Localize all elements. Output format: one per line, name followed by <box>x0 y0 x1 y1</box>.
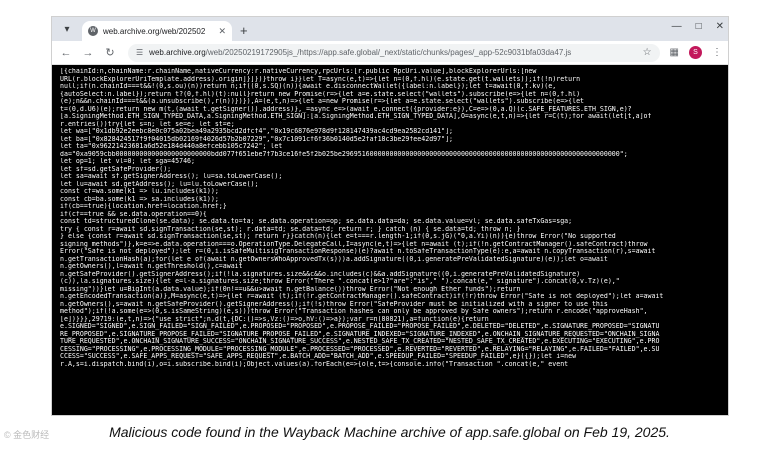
source-code-view: [{chainId:n,chainName:r.chainName,native… <box>52 65 728 414</box>
code-line: (e);n&&n.chainId===t&&(a.unsubscribe(),r… <box>60 98 585 105</box>
code-line: try { const r=await sd.signTransaction(s… <box>60 225 521 233</box>
menu-kebab-icon[interactable]: ⋮ <box>712 47 722 58</box>
bookmark-star-icon[interactable]: ☆ <box>643 47 652 58</box>
code-line: CCESS="SUCCESS",e.SAFE_APPS_REQUEST="SAF… <box>60 353 577 360</box>
code-line: let sa=await sf.getSignerAddress(); lu=s… <box>60 173 283 180</box>
wayback-favicon-icon: W <box>88 26 98 36</box>
code-line: const td=structuredClone(se.data); se.da… <box>60 218 573 225</box>
minimize-icon[interactable]: — <box>672 21 682 32</box>
code-line: n.getSafeProvider().getSignerAddress();i… <box>60 270 581 278</box>
code-line: r.A,s=i.dispatch.bind(i),o=i.subscribe.b… <box>60 360 569 368</box>
code-line: if(cf==true && se.data.operation==0){ <box>60 210 207 218</box>
code-line: (c)),la.signatures.size){let e=l-a.signa… <box>60 278 620 285</box>
tab-active[interactable]: W web.archive.org/web/202502 ✕ <box>82 21 232 41</box>
code-line: TURE_REQUESTED",e.ONCHAIN_SIGNATURE_SUCC… <box>60 338 660 345</box>
code-line: let op=1; let vl=0; let sga=45746; <box>60 158 195 165</box>
code-line: signing methods")},k=e=>e.data.operation… <box>60 240 648 248</box>
code-line: RE_PROPOSED",e.SIGNATURE_PROPOSE_FAILED=… <box>60 330 660 338</box>
address-bar[interactable]: ☰ web.archive.org/web/20250219172905js_/… <box>128 43 660 62</box>
code-line: n.getOwners(),l=await n.getThreshold(),c… <box>60 263 243 270</box>
figure-caption: Malicious code found in the Wayback Mach… <box>109 424 670 440</box>
maximize-icon[interactable]: □ <box>696 21 702 32</box>
code-line: da="0xa9059cbb000000000000000000000000bd… <box>60 150 628 158</box>
code-line: [a.SigningMethod.ETH_SIGN_TYPED_DATA,a.S… <box>60 113 652 120</box>
code-line: let ba=["0x828424517f9f04015db02169f4026… <box>60 135 454 143</box>
code-line: const cf=wa.some(k1 => lu.includes(k1)); <box>60 188 219 195</box>
site-info-icon[interactable]: ☰ <box>136 48 143 57</box>
code-line: if(cb==true){location.href=location.href… <box>60 203 227 210</box>
close-window-icon[interactable]: ✕ <box>716 21 724 32</box>
code-line: URL(r.blockExplorerUriTemplate.address).… <box>60 75 581 83</box>
code-line: {autoSelect:n.label});return t?(0,f.hl)(… <box>60 90 581 98</box>
code-line: let wa=["0x1db92e2eebc8e0c075a02bea49a29… <box>60 128 454 135</box>
code-line: Error("Safe is not deployed");let r=(0,i… <box>60 248 656 255</box>
url-host: web.archive.org <box>149 48 206 57</box>
back-arrow-icon[interactable]: ← <box>58 47 74 59</box>
code-line: n.getTransactionHash(a);for(let e of(awa… <box>60 255 608 263</box>
code-line: const cb=ba.some(k1 => sa.includes(k1)); <box>60 195 219 203</box>
url-path: /web/20250219172905js_/https://app.safe.… <box>205 48 572 57</box>
code-line: null;if(n.chainId===t&&!(0,s.ou)(n))retu… <box>60 83 557 90</box>
code-line: let ta="0x96221423681a6d52e184d440a8efce… <box>60 143 283 150</box>
browser-window: ▾ W web.archive.org/web/202502 ✕ + — □ ✕… <box>52 17 728 415</box>
toolbar-actions: ▦ S ⋮ <box>670 46 722 59</box>
code-line: CESSING="PROCESSING",e.PROCESSING_MODULE… <box>60 345 660 353</box>
profile-avatar[interactable]: S <box>689 46 702 59</box>
tab-search-icon[interactable]: ▾ <box>56 18 78 40</box>
code-line: } else {const r=await sd.signTransaction… <box>60 233 616 240</box>
code-line: missing"))}let u=BigInt(a.data.value);if… <box>60 285 521 293</box>
code-line: n.getOwners(),s=await n.getSafeProvider(… <box>60 300 608 308</box>
code-line: [{chainId:n,chainName:r.chainName,native… <box>60 68 537 75</box>
reload-icon[interactable]: ↻ <box>102 46 118 59</box>
code-line: n.getEncodedTransaction(a)},M=async(e,t)… <box>60 293 664 300</box>
address-url[interactable]: web.archive.org/web/20250219172905js_/ht… <box>149 48 636 57</box>
code-line: let lu=await sd.getAddress(); lu=lu.toLo… <box>60 180 259 188</box>
code-line: [e])}}},29719:(e,t,n)=>{"use strict";n.d… <box>60 315 489 323</box>
new-tab-button[interactable]: + <box>240 23 248 38</box>
close-tab-icon[interactable]: ✕ <box>218 26 226 37</box>
browser-toolbar: ← → ↻ ☰ web.archive.org/web/202502191729… <box>52 41 728 65</box>
code-line: e.SIGNED="SIGNED",e.SIGN_FAILED="SIGN_FA… <box>60 323 660 330</box>
code-line: let sf=sd.getSafeProvider(); <box>60 165 172 173</box>
code-line: method");if(!a.some(e=>(0,s.isSameString… <box>60 308 648 315</box>
window-controls: — □ ✕ <box>672 21 724 32</box>
extensions-icon[interactable]: ▦ <box>670 47 679 58</box>
forward-arrow-icon[interactable]: → <box>80 47 96 59</box>
code-line: t=(0,d.U6)(e);return new m(t,(await t.ge… <box>60 105 632 113</box>
tab-title: web.archive.org/web/202502 <box>103 26 206 36</box>
tab-strip: ▾ W web.archive.org/web/202502 ✕ + — □ ✕ <box>52 17 728 41</box>
code-line: r.entries())try{let s=n; let se=e; let s… <box>60 120 235 128</box>
